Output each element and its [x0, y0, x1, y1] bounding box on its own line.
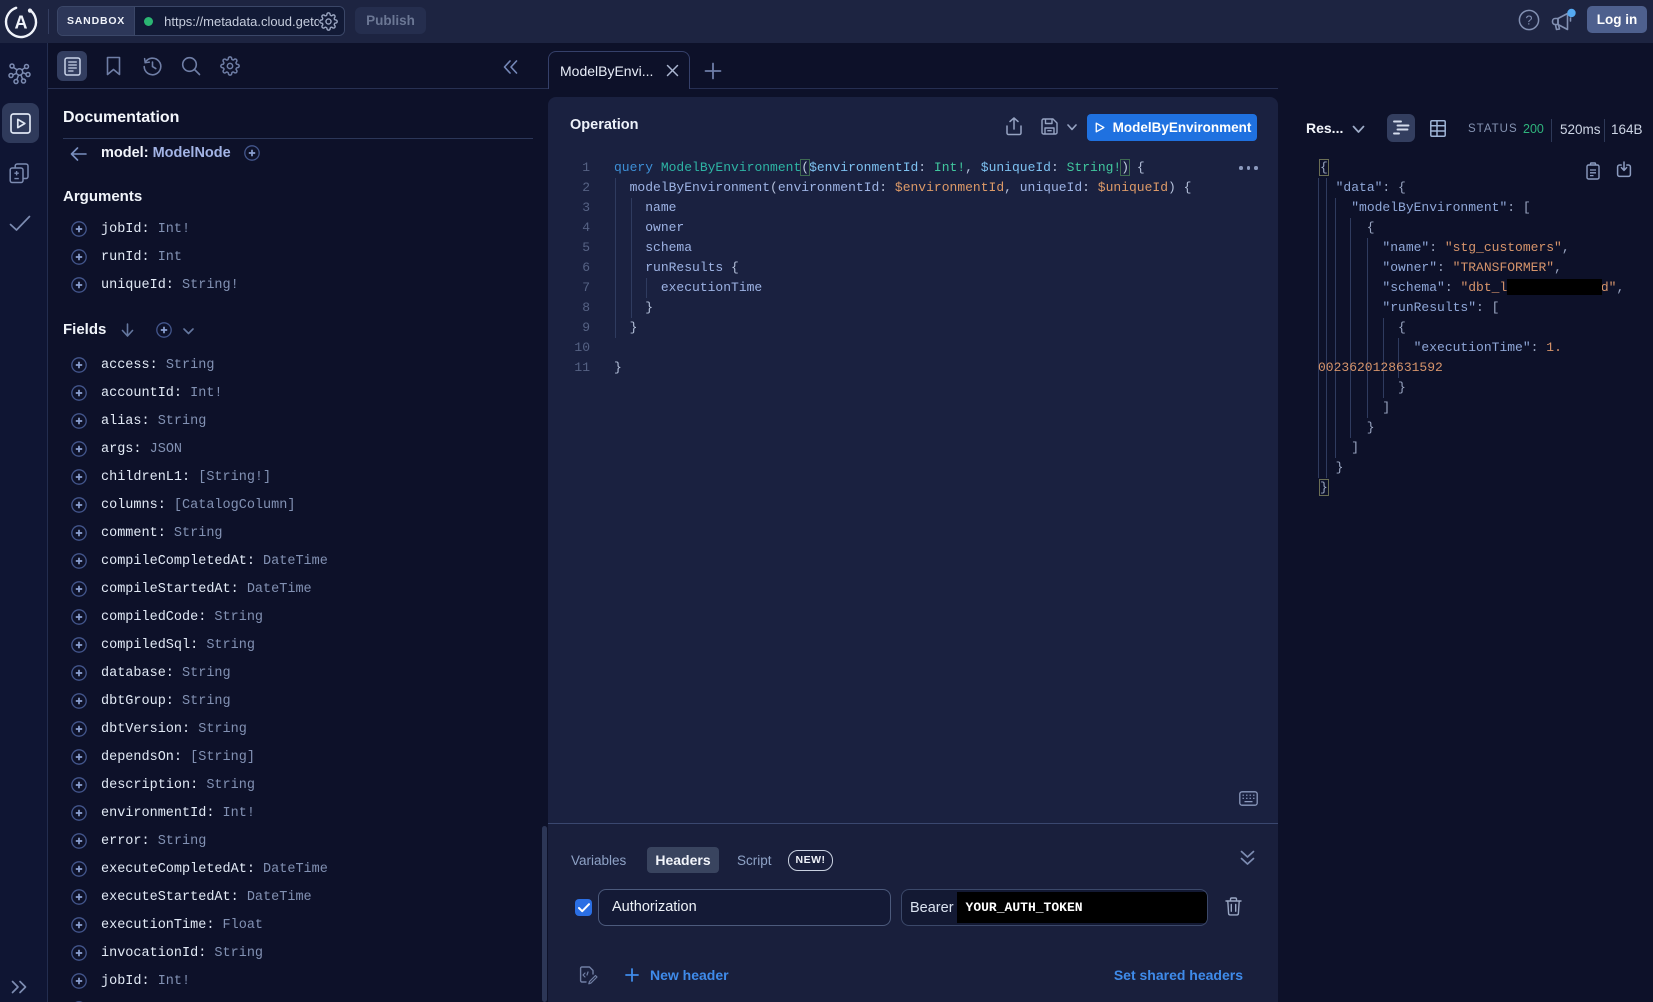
svg-text:A: A: [15, 13, 28, 33]
svg-text:?: ?: [1526, 13, 1533, 27]
